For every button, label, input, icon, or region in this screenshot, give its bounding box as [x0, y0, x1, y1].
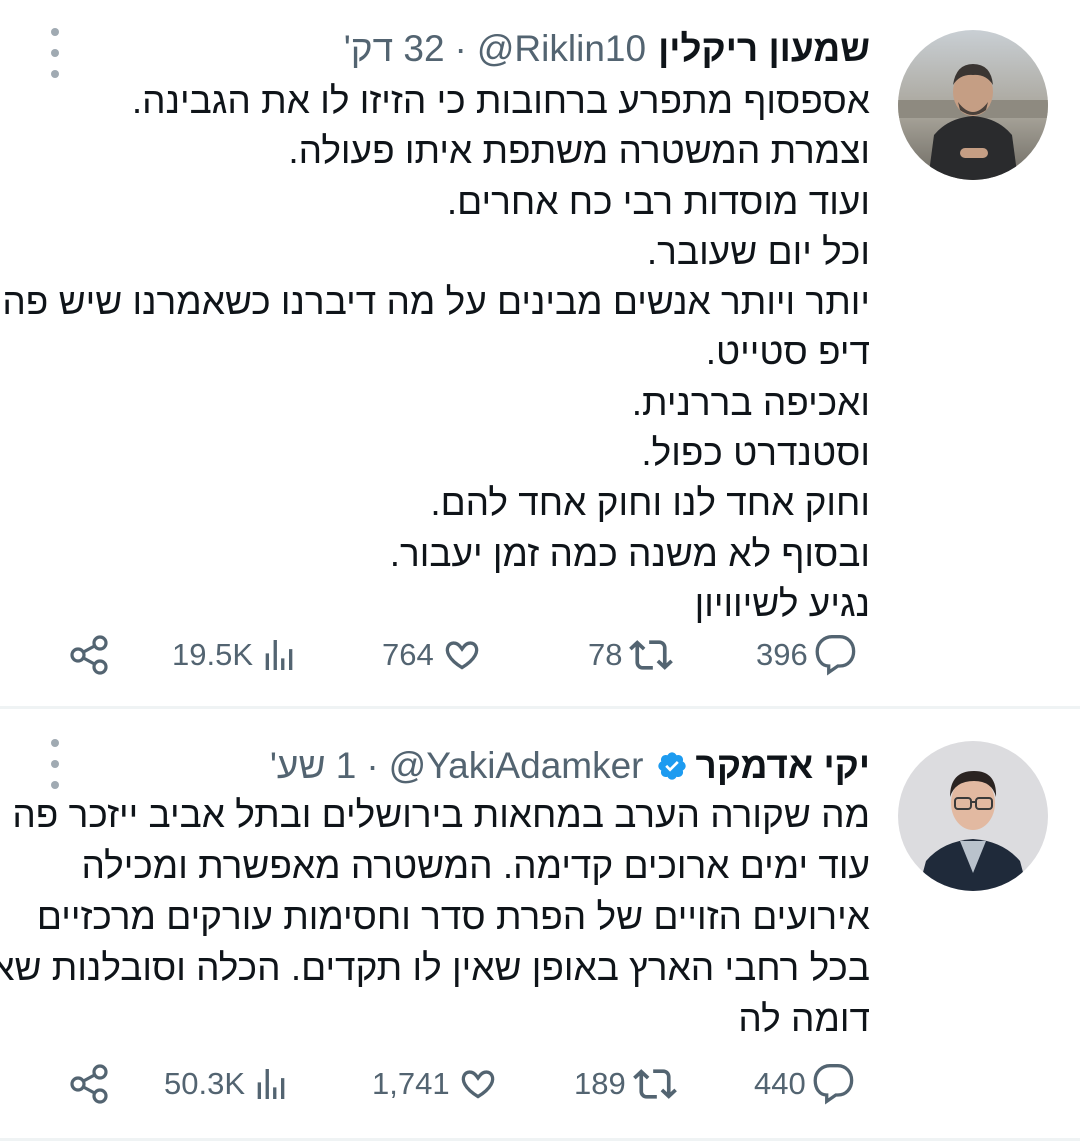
retweet-count: 189	[574, 1066, 626, 1101]
share-button[interactable]	[68, 625, 112, 685]
tweet-line: אספסוף מתפרע ברחובות כי הזיזו לו את הגבי…	[131, 80, 870, 121]
timeline: שמעון ריקלין @Riklin10 · 32 דק' אספסוף מ…	[0, 0, 1080, 1143]
like-button[interactable]: 1,741	[372, 1054, 500, 1114]
tweet-line: מה שקורה הערב במחאות בירושלים ובתל אביב …	[12, 794, 870, 835]
share-icon	[70, 1064, 108, 1104]
tweet-line: ואכיפה בררנית.	[631, 381, 870, 423]
retweet-count: 78	[588, 637, 623, 672]
reply-button[interactable]: 440	[754, 1054, 856, 1114]
more-icon[interactable]	[44, 28, 66, 78]
like-icon	[445, 641, 479, 670]
views-count: 50.3K	[164, 1066, 246, 1101]
more-icon[interactable]	[44, 739, 66, 789]
tweet-line: בכל רחבי הארץ באופן שאין לו תקדים. הכלה …	[0, 947, 870, 988]
tweet-line: ובסוף לא משנה כמה זמן יעבור.	[389, 532, 870, 574]
tweet-line: נגיע לשיוויון	[694, 582, 870, 624]
tweet-line: וחוק אחד לנו וחוק אחד להם.	[430, 482, 870, 524]
author-handle[interactable]: @YakiAdamker	[389, 745, 644, 787]
tweet-line: עוד ימים ארוכים קדימה. המשטרה מאפשרת ומכ…	[81, 845, 870, 886]
retweet-button[interactable]: 78	[588, 625, 674, 685]
share-icon	[70, 635, 108, 675]
tweet-line: וסטנדרט כפול.	[641, 432, 870, 474]
tweet-line: וכל יום שעובר.	[646, 230, 870, 272]
separator-dot: ·	[366, 745, 379, 786]
tweet-time[interactable]: 1 שע'	[270, 745, 356, 787]
action-bar: 440 189 1,741 50.3K	[0, 1054, 1080, 1114]
views-button[interactable]: 50.3K	[164, 1054, 291, 1114]
like-count: 764	[382, 637, 434, 672]
tweet-header: שמעון ריקלין @Riklin10 · 32 דק'	[344, 22, 870, 76]
retweet-icon	[629, 640, 674, 670]
retweet-icon	[632, 1069, 677, 1099]
avatar[interactable]	[898, 30, 1048, 180]
tweet-header: יקי אדמקר @YakiAdamker · 1 שע'	[270, 739, 870, 793]
like-button[interactable]: 764	[382, 625, 484, 685]
tweet[interactable]: יקי אדמקר @YakiAdamker · 1 שע' מה שקורה …	[0, 709, 1080, 1143]
reply-icon	[815, 635, 856, 676]
tweet-time[interactable]: 32 דק'	[344, 28, 445, 70]
action-bar: 396 78 764 19.5K	[0, 625, 1080, 685]
reply-count: 440	[754, 1066, 806, 1101]
views-icon	[257, 1069, 285, 1099]
views-icon	[265, 640, 293, 670]
reply-button[interactable]: 396	[756, 625, 858, 685]
tweet-text: מה שקורה הערב במחאות בירושלים ובתל אביב …	[0, 789, 870, 1044]
like-icon	[461, 1070, 494, 1099]
tweet-line: דיפ סטייט.	[705, 331, 870, 373]
share-button[interactable]	[68, 1054, 112, 1114]
verified-badge-icon	[656, 750, 688, 782]
reply-count: 396	[756, 637, 808, 672]
tweet-line: יותר ויותר אנשים מבינים על מה דיברנו כשא…	[2, 281, 870, 323]
retweet-button[interactable]: 189	[574, 1054, 678, 1114]
author-name[interactable]: יקי אדמקר	[696, 745, 871, 787]
views-count: 19.5K	[172, 637, 254, 672]
tweet-line: דומה לה	[738, 998, 870, 1039]
separator-dot: ·	[454, 28, 467, 69]
tweet-text: אספסוף מתפרע ברחובות כי הזיזו לו את הגבי…	[2, 76, 870, 629]
tweet-divider	[0, 1138, 1080, 1141]
tweet[interactable]: שמעון ריקלין @Riklin10 · 32 דק' אספסוף מ…	[0, 0, 1080, 706]
views-button[interactable]: 19.5K	[172, 625, 299, 685]
tweet-line: אירועים הזויים של הפרת סדר וחסימות עורקי…	[36, 896, 870, 937]
reply-icon	[813, 1064, 854, 1105]
tweet-line: וצמרת המשטרה משתפת איתו פעולה.	[288, 130, 870, 172]
like-count: 1,741	[372, 1066, 450, 1101]
tweet-line: ועוד מוסדות רבי כח אחרים.	[446, 180, 870, 222]
author-handle[interactable]: @Riklin10	[477, 28, 646, 70]
avatar[interactable]	[898, 741, 1048, 891]
author-name[interactable]: שמעון ריקלין	[658, 28, 870, 70]
